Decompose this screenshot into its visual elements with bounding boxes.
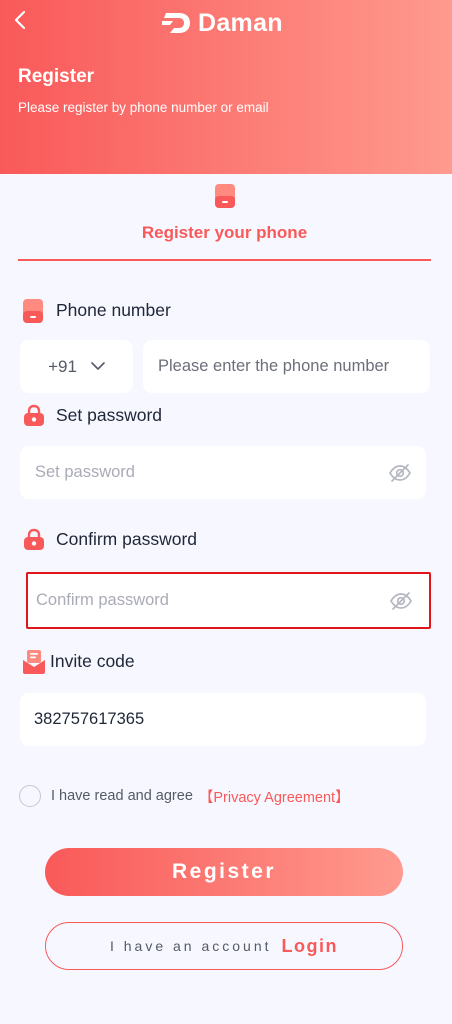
phone-label: Phone number — [22, 298, 171, 323]
back-button[interactable] — [8, 8, 32, 32]
country-code-value: +91 — [48, 356, 77, 376]
login-text: Login — [281, 935, 338, 956]
confirm-password-label: Confirm password — [22, 527, 197, 551]
password-label-text: Set password — [56, 404, 163, 425]
have-account-text: I have an account — [109, 938, 272, 954]
phone-icon — [22, 298, 46, 323]
password-field — [20, 446, 426, 499]
register-button[interactable]: Register — [45, 848, 403, 896]
tab-underline — [18, 259, 431, 261]
phone-input[interactable] — [158, 357, 430, 376]
agree-checkbox[interactable] — [19, 785, 41, 807]
invite-code-field — [20, 693, 426, 746]
tab-label: Register your phone — [141, 223, 308, 242]
invite-code-label: Invite code — [22, 649, 135, 674]
page-header: Daman Register Please register by phone … — [0, 0, 452, 174]
lock-icon — [22, 403, 46, 427]
phone-field — [143, 340, 430, 393]
brand-logo: Daman — [162, 9, 283, 37]
invite-icon — [22, 649, 46, 674]
eye-off-icon[interactable] — [388, 461, 412, 485]
page-subtitle: Please register by phone number or email — [18, 100, 269, 115]
confirm-password-label-text: Confirm password — [56, 528, 198, 549]
daman-logo-icon — [162, 13, 190, 33]
agree-text: I have read and agree — [51, 788, 193, 804]
password-input[interactable] — [35, 463, 388, 482]
page-title: Register — [18, 66, 95, 87]
phone-label-text: Phone number — [56, 299, 171, 320]
invite-code-label-text: Invite code — [50, 650, 135, 671]
invite-code-input[interactable] — [34, 710, 426, 729]
chevron-down-icon — [91, 362, 105, 370]
brand-name: Daman — [198, 8, 283, 37]
eye-off-icon[interactable] — [389, 589, 413, 613]
privacy-agreement-row: I have read and agree 【Privacy Agreement… — [19, 785, 350, 807]
phone-icon — [214, 184, 235, 208]
chevron-left-icon — [14, 10, 26, 30]
login-button[interactable]: I have an account Login — [45, 922, 403, 970]
password-label: Set password — [22, 403, 162, 427]
confirm-password-field — [28, 574, 429, 627]
country-code-select[interactable]: +91 — [20, 340, 133, 393]
lock-icon — [22, 527, 46, 551]
confirm-password-input[interactable] — [36, 591, 389, 610]
privacy-agreement-link[interactable]: 【Privacy Agreement】 — [199, 786, 350, 807]
tab-register-phone[interactable]: Register your phone — [18, 183, 431, 261]
